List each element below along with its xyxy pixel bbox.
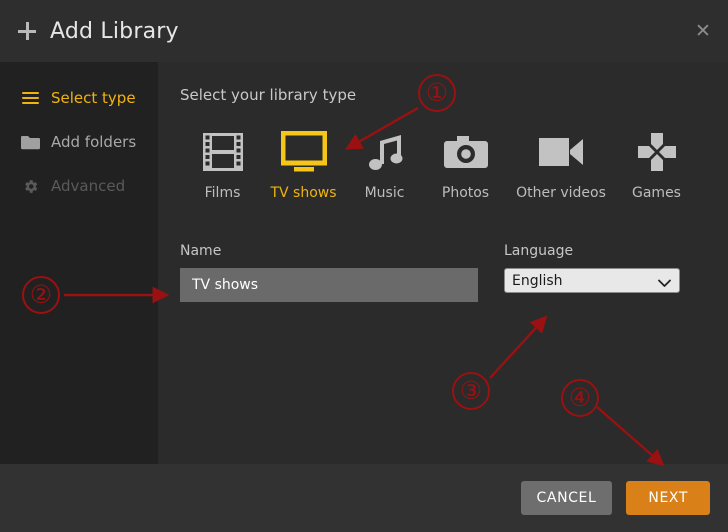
- dialog-main-panel: Select your library type Films TV shows …: [158, 62, 728, 464]
- language-field-group: Language English: [504, 243, 680, 302]
- library-type-films[interactable]: Films: [182, 128, 263, 201]
- library-type-label: Photos: [441, 185, 490, 201]
- library-type-label: Music: [364, 185, 405, 201]
- folder-icon: [20, 133, 40, 151]
- plus-icon: [18, 22, 36, 40]
- library-type-label: Films: [204, 185, 241, 201]
- library-type-label: Other videos: [516, 185, 606, 201]
- library-type-tv-shows[interactable]: TV shows: [263, 128, 344, 201]
- name-input[interactable]: [180, 268, 478, 302]
- camera-icon: [425, 128, 506, 176]
- library-type-other-videos[interactable]: Other videos: [506, 128, 616, 201]
- library-type-music[interactable]: Music: [344, 128, 425, 201]
- library-type-photos[interactable]: Photos: [425, 128, 506, 201]
- library-type-label: TV shows: [270, 185, 337, 201]
- hamburger-icon: [20, 89, 40, 107]
- close-icon[interactable]: ✕: [692, 20, 714, 42]
- cancel-button[interactable]: CANCEL: [520, 481, 613, 515]
- television-icon: [263, 128, 344, 176]
- sidebar-item-label: Add folders: [51, 133, 137, 151]
- dialog-footer: CANCEL NEXT: [0, 464, 728, 532]
- sidebar-item-select-type[interactable]: Select type: [0, 76, 158, 120]
- sidebar-item-label: Select type: [51, 89, 136, 107]
- sidebar-item-label: Advanced: [51, 177, 126, 195]
- main-heading: Select your library type: [180, 86, 357, 104]
- library-form: Name Language English: [180, 243, 706, 302]
- language-select[interactable]: English: [504, 268, 680, 293]
- library-type-picker: Films TV shows Music Photos Other videos…: [182, 128, 706, 201]
- next-button[interactable]: NEXT: [626, 481, 710, 515]
- gamepad-dpad-icon: [616, 128, 697, 176]
- dialog-sidebar: Select type Add folders Advanced: [0, 62, 158, 464]
- add-library-dialog: Add Library ✕ Select type Add folders Ad…: [0, 0, 728, 532]
- library-type-label: Games: [632, 185, 681, 201]
- page-title: Add Library: [50, 18, 179, 44]
- dialog-titlebar: Add Library ✕: [0, 0, 728, 62]
- sidebar-item-advanced[interactable]: Advanced: [0, 164, 158, 208]
- film-strip-icon: [182, 128, 263, 176]
- name-field-group: Name: [180, 243, 480, 302]
- video-camera-icon: [506, 128, 616, 176]
- music-note-icon: [344, 128, 425, 176]
- language-label: Language: [504, 243, 574, 259]
- library-type-games[interactable]: Games: [616, 128, 697, 201]
- gear-icon: [20, 177, 40, 195]
- name-label: Name: [180, 243, 222, 259]
- sidebar-item-add-folders[interactable]: Add folders: [0, 120, 158, 164]
